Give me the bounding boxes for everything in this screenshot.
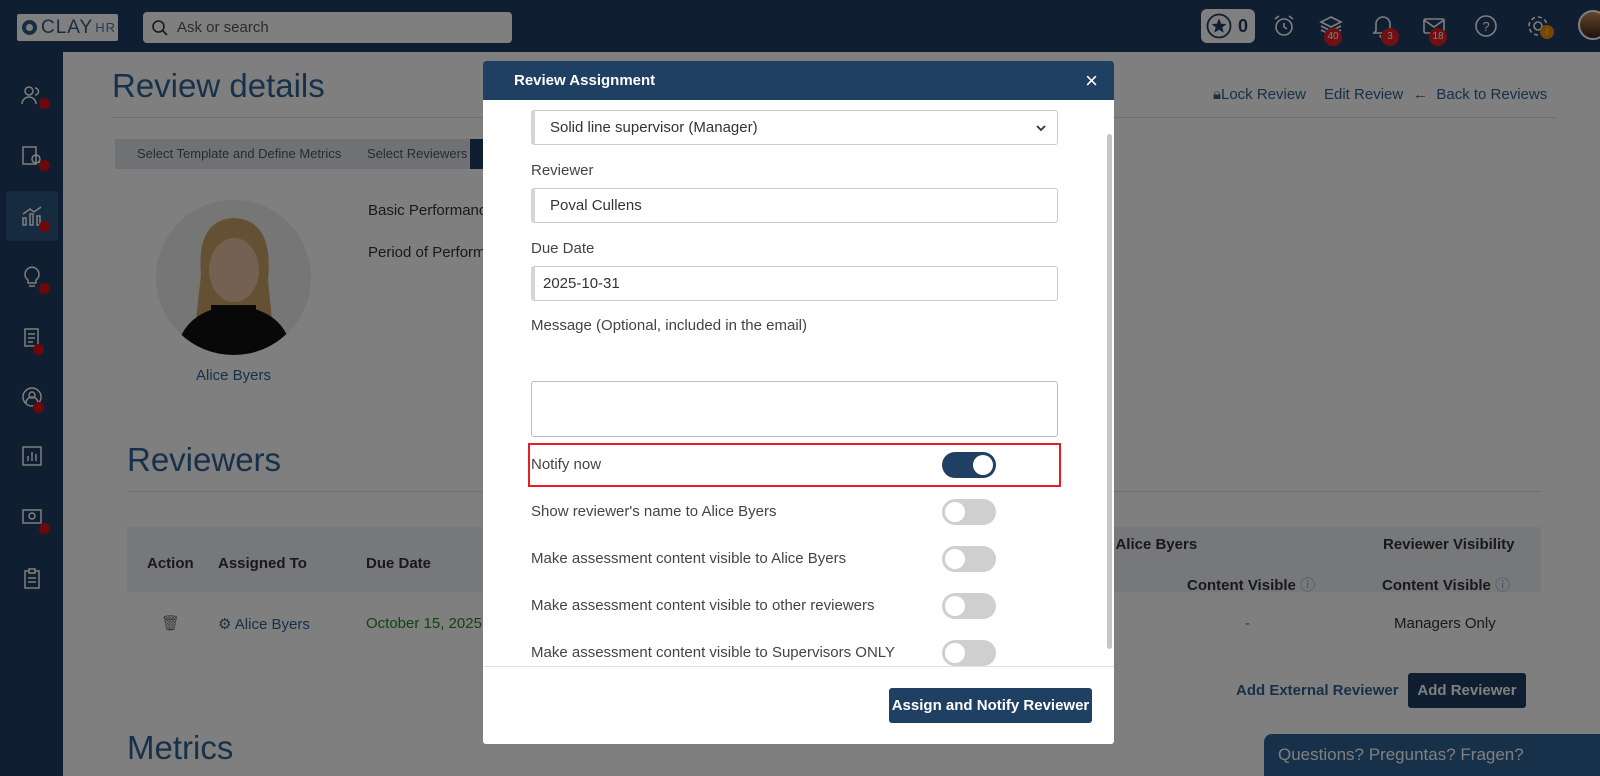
- show-reviewer-name-toggle[interactable]: [942, 499, 996, 525]
- modal-scrollbar[interactable]: [1107, 134, 1112, 649]
- visible-to-reviewers-label: Make assessment content visible to other…: [531, 597, 875, 614]
- toggle-knob: [945, 643, 965, 663]
- chevron-down-icon: [1036, 124, 1046, 131]
- toggle-row-notify-now: Notify now: [531, 444, 1058, 486]
- modal-body: Solid line supervisor (Manager) Reviewer…: [483, 100, 1114, 666]
- reviewer-label: Reviewer: [531, 162, 594, 179]
- visible-to-supervisors-label: Make assessment content visible to Super…: [531, 644, 896, 661]
- modal-footer-divider: [483, 666, 1114, 667]
- notify-now-label: Notify now: [531, 456, 602, 473]
- close-icon[interactable]: ×: [1085, 61, 1098, 100]
- relationship-value: Solid line supervisor (Manager): [550, 119, 758, 136]
- relationship-select[interactable]: Solid line supervisor (Manager): [531, 110, 1058, 145]
- assign-and-notify-button[interactable]: Assign and Notify Reviewer: [889, 688, 1092, 723]
- visible-to-supervisors-toggle[interactable]: [942, 640, 996, 666]
- message-textarea[interactable]: [531, 381, 1058, 437]
- toggle-knob: [973, 455, 993, 475]
- visible-to-employee-label: Make assessment content visible to Alice…: [531, 550, 847, 567]
- due-date-label: Due Date: [531, 240, 595, 257]
- visible-to-reviewers-toggle[interactable]: [942, 593, 996, 619]
- visible-to-employee-toggle[interactable]: [942, 546, 996, 572]
- toggle-row-visible-to-reviewers: Make assessment content visible to other…: [531, 585, 1058, 627]
- show-reviewer-name-label: Show reviewer's name to Alice Byers: [531, 503, 777, 520]
- review-assignment-modal: Review Assignment × Solid line superviso…: [483, 61, 1114, 744]
- message-label: Message (Optional, included in the email…: [531, 317, 807, 334]
- modal-header: Review Assignment ×: [483, 61, 1114, 100]
- notify-now-toggle[interactable]: [942, 452, 996, 478]
- toggle-knob: [945, 502, 965, 522]
- toggle-row-visible-to-supervisors: Make assessment content visible to Super…: [531, 632, 1058, 674]
- toggle-row-visible-to-employee: Make assessment content visible to Alice…: [531, 538, 1058, 580]
- due-date-field[interactable]: 2025-10-31: [531, 266, 1058, 301]
- reviewer-field[interactable]: Poval Cullens: [531, 188, 1058, 223]
- toggle-knob: [945, 549, 965, 569]
- toggle-row-show-reviewer-name: Show reviewer's name to Alice Byers: [531, 491, 1058, 533]
- modal-title: Review Assignment: [514, 72, 656, 89]
- toggle-knob: [945, 596, 965, 616]
